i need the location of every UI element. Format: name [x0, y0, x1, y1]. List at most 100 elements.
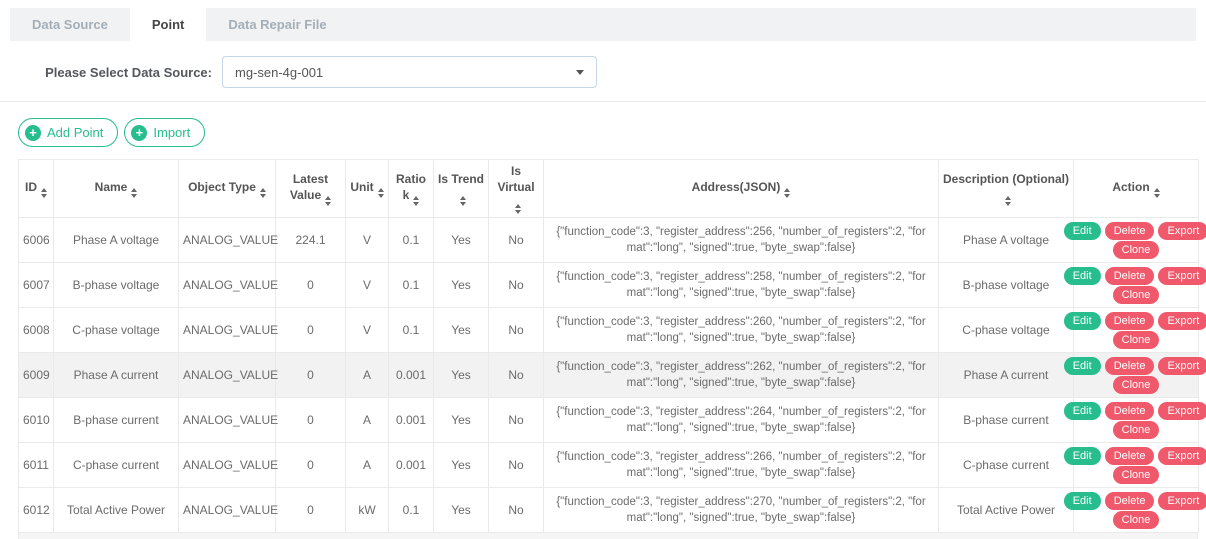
delete-button[interactable]: Delete [1105, 312, 1155, 330]
export-button[interactable]: Export [1158, 312, 1206, 330]
cell-id: 6006 [19, 218, 54, 263]
edit-button[interactable]: Edit [1064, 222, 1101, 240]
column-header-is-trend[interactable]: Is Trend [434, 160, 489, 218]
column-header-id[interactable]: ID [19, 160, 54, 218]
import-button[interactable]: + Import [124, 118, 205, 147]
add-point-button[interactable]: + Add Point [18, 118, 118, 147]
export-button[interactable]: Export [1158, 357, 1206, 375]
section-divider [0, 101, 1206, 102]
edit-button[interactable]: Edit [1064, 492, 1101, 510]
cell-name: C-phase current [54, 443, 179, 488]
edit-button[interactable]: Edit [1064, 312, 1101, 330]
delete-button[interactable]: Delete [1105, 222, 1155, 240]
delete-button[interactable]: Delete [1105, 447, 1155, 465]
cell-ratio-k: 0.001 [389, 443, 434, 488]
clone-button[interactable]: Clone [1113, 511, 1160, 529]
cell-name: B-phase current [54, 398, 179, 443]
action-buttons-line2: Clone [1078, 376, 1194, 394]
cell-latest-value: 0 [276, 488, 346, 533]
import-label: Import [153, 125, 190, 140]
action-buttons-line1: EditDeleteExport [1078, 402, 1194, 420]
cell-is-virtual: No [489, 308, 544, 353]
partial-next-row [18, 533, 1198, 539]
export-button[interactable]: Export [1158, 402, 1206, 420]
sort-icon [784, 188, 790, 198]
sort-icon [41, 188, 47, 198]
column-header-unit[interactable]: Unit [346, 160, 389, 218]
export-button[interactable]: Export [1158, 492, 1206, 510]
action-buttons-line1: EditDeleteExport [1078, 492, 1194, 510]
action-buttons-line2: Clone [1078, 466, 1194, 484]
column-header-object-type[interactable]: Object Type [179, 160, 276, 218]
cell-id: 6012 [19, 488, 54, 533]
clone-button[interactable]: Clone [1113, 286, 1160, 304]
table-row: 6011 C-phase current ANALOG_VALUE 0 A 0.… [19, 443, 1199, 488]
cell-address-json: {"function_code":3, "register_address":2… [544, 308, 939, 353]
clone-button[interactable]: Clone [1113, 421, 1160, 439]
delete-button[interactable]: Delete [1105, 357, 1155, 375]
edit-button[interactable]: Edit [1064, 267, 1101, 285]
column-header-name[interactable]: Name [54, 160, 179, 218]
cell-id: 6008 [19, 308, 54, 353]
tab-data-source[interactable]: Data Source [10, 8, 130, 41]
export-button[interactable]: Export [1158, 267, 1206, 285]
tab-data-repair-file[interactable]: Data Repair File [206, 8, 348, 41]
column-header-latest-value[interactable]: Latest Value [276, 160, 346, 218]
cell-id: 6010 [19, 398, 54, 443]
column-header-description-optional[interactable]: Description (Optional) [939, 160, 1074, 218]
cell-latest-value: 0 [276, 308, 346, 353]
cell-is-trend: Yes [434, 218, 489, 263]
sort-icon [413, 196, 419, 206]
sort-icon [515, 204, 521, 214]
cell-unit: V [346, 308, 389, 353]
add-point-label: Add Point [47, 125, 103, 140]
cell-object-type: ANALOG_VALUE [179, 308, 276, 353]
cell-ratio-k: 0.1 [389, 263, 434, 308]
cell-latest-value: 0 [276, 398, 346, 443]
column-header-address-json[interactable]: Address(JSON) [544, 160, 939, 218]
table-row: 6010 B-phase current ANALOG_VALUE 0 A 0.… [19, 398, 1199, 443]
edit-button[interactable]: Edit [1064, 402, 1101, 420]
delete-button[interactable]: Delete [1105, 492, 1155, 510]
data-source-select[interactable]: mg-sen-4g-001 [222, 56, 597, 88]
cell-is-virtual: No [489, 443, 544, 488]
cell-latest-value: 0 [276, 353, 346, 398]
table-row: 6007 B-phase voltage ANALOG_VALUE 0 V 0.… [19, 263, 1199, 308]
points-table: ID Name Object Type Latest Value Unit Ra… [18, 159, 1199, 533]
cell-is-virtual: No [489, 353, 544, 398]
delete-button[interactable]: Delete [1105, 267, 1155, 285]
cell-name: Phase A current [54, 353, 179, 398]
clone-button[interactable]: Clone [1113, 331, 1160, 349]
sort-icon [131, 188, 137, 198]
edit-button[interactable]: Edit [1064, 357, 1101, 375]
delete-button[interactable]: Delete [1105, 402, 1155, 420]
cell-description: C-phase voltage [939, 308, 1074, 353]
table-row: 6006 Phase A voltage ANALOG_VALUE 224.1 … [19, 218, 1199, 263]
plus-icon: + [131, 125, 147, 141]
column-header-action[interactable]: Action [1074, 160, 1199, 218]
action-buttons-line1: EditDeleteExport [1078, 447, 1194, 465]
cell-is-trend: Yes [434, 488, 489, 533]
cell-action: EditDeleteExport Clone [1074, 353, 1199, 398]
clone-button[interactable]: Clone [1113, 466, 1160, 484]
table-row: 6012 Total Active Power ANALOG_VALUE 0 k… [19, 488, 1199, 533]
cell-is-virtual: No [489, 398, 544, 443]
data-source-selected-value: mg-sen-4g-001 [235, 65, 323, 80]
export-button[interactable]: Export [1158, 222, 1206, 240]
clone-button[interactable]: Clone [1113, 376, 1160, 394]
tab-point[interactable]: Point [130, 8, 207, 41]
cell-latest-value: 0 [276, 263, 346, 308]
cell-address-json: {"function_code":3, "register_address":2… [544, 353, 939, 398]
clone-button[interactable]: Clone [1113, 241, 1160, 259]
column-header-ratio-k[interactable]: Ratio k [389, 160, 434, 218]
sort-icon [1005, 196, 1011, 206]
tab-bar: Data SourcePointData Repair File [10, 8, 1196, 41]
export-button[interactable]: Export [1158, 447, 1206, 465]
column-header-is-virtual[interactable]: Is Virtual [489, 160, 544, 218]
cell-unit: A [346, 443, 389, 488]
table-header-row: ID Name Object Type Latest Value Unit Ra… [19, 160, 1199, 218]
cell-action: EditDeleteExport Clone [1074, 263, 1199, 308]
table-row: 6009 Phase A current ANALOG_VALUE 0 A 0.… [19, 353, 1199, 398]
action-buttons-line1: EditDeleteExport [1078, 222, 1194, 240]
edit-button[interactable]: Edit [1064, 447, 1101, 465]
